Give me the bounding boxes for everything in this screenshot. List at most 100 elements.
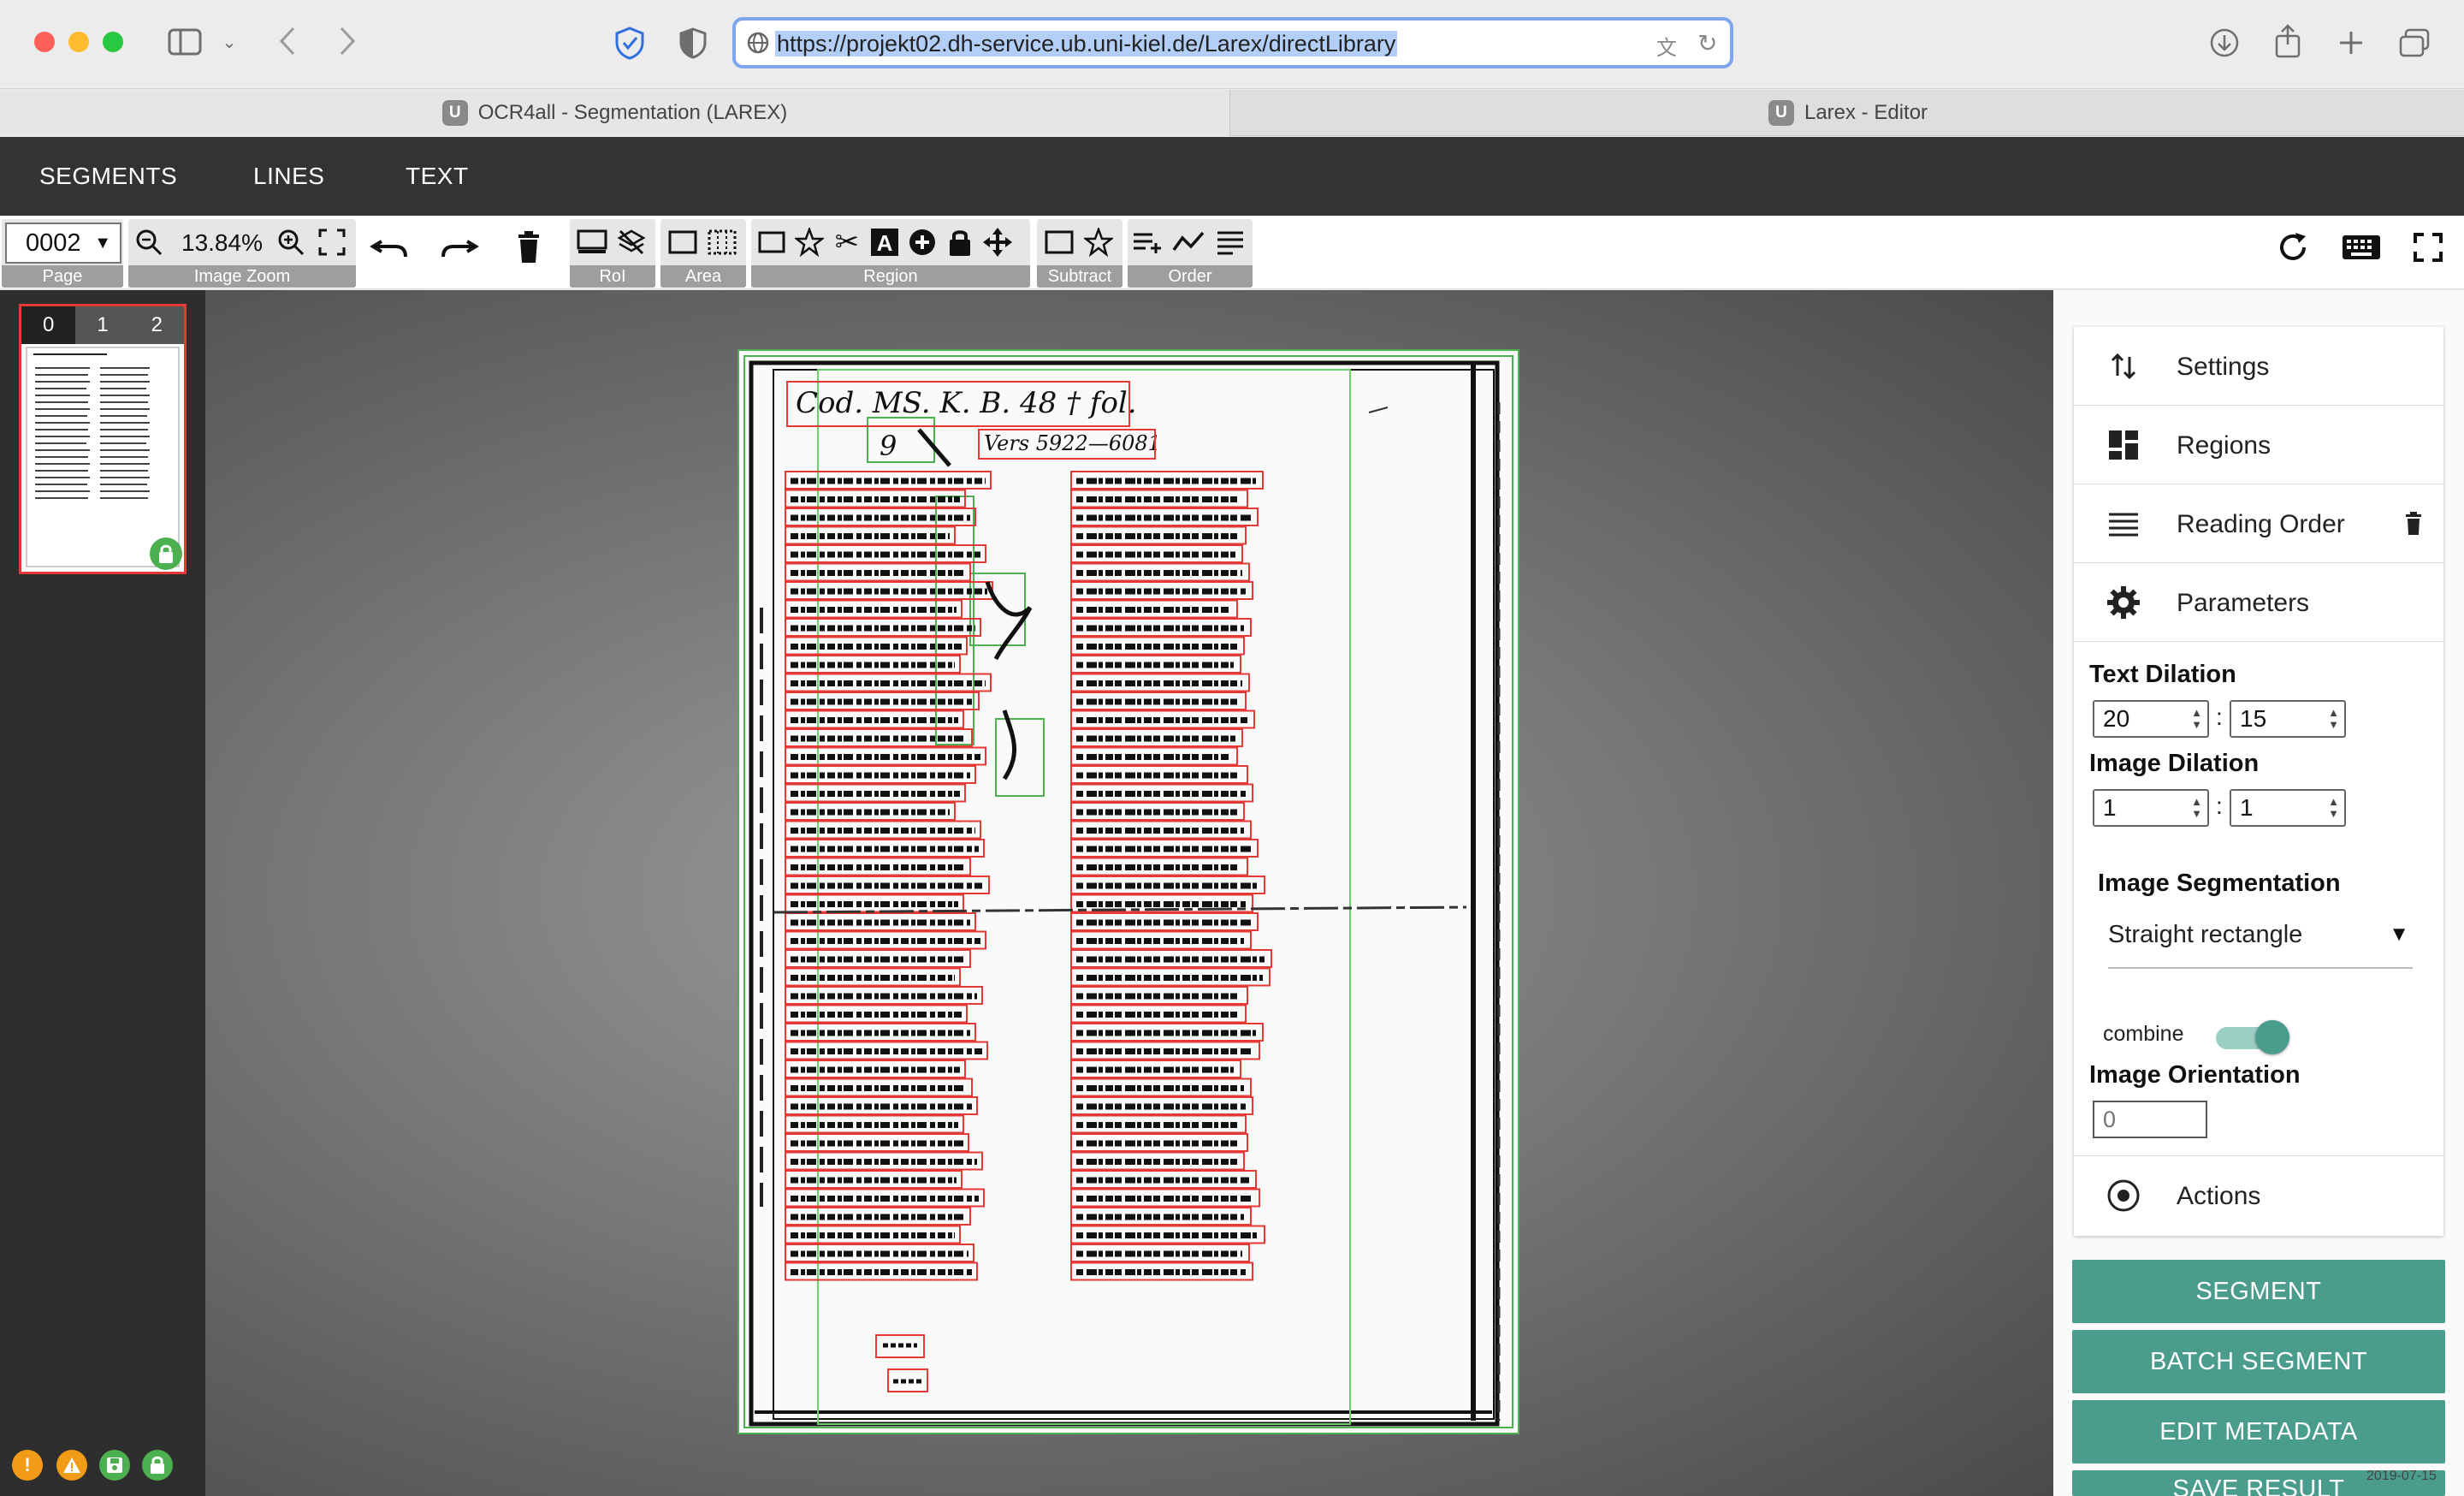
delete-reading-order-icon[interactable] [2404,512,2423,540]
app-menu-bar: SEGMENTS LINES TEXT [0,137,2464,216]
order-group: Order [1128,219,1253,288]
image-dilation-y-input[interactable]: 1 ▲ ▼ [2230,789,2346,827]
translate-icon[interactable]: 文 [1656,31,1677,61]
thumbnail-tab-2[interactable]: 2 [130,306,184,344]
accordion-settings[interactable]: Settings [2074,327,2443,406]
roi-layers-icon[interactable] [614,224,649,260]
area-rectangle-icon[interactable] [666,224,700,260]
zoom-fit-icon[interactable] [315,224,349,260]
page-thumbnail[interactable]: 0 1 2 [19,304,187,574]
spinner-arrows-icon[interactable]: ▲ ▼ [2328,796,2339,820]
menu-lines[interactable]: LINES [253,163,324,190]
download-icon[interactable] [2207,26,2242,60]
back-arrow-icon[interactable] [272,24,303,58]
trash-icon[interactable] [512,229,546,265]
zoom-in-icon[interactable] [274,224,308,260]
subtract-star-icon[interactable] [1081,224,1116,260]
text-dilation-label: Text Dilation [2089,661,2236,688]
chevron-down-icon[interactable]: ⌄ [219,31,240,53]
text-dilation-x-input[interactable]: 20 ▲ ▼ [2093,700,2209,738]
accordion-parameters[interactable]: Parameters [2074,563,2443,642]
page-label: Page [2,265,123,288]
accordion-regions[interactable]: Regions [2074,406,2443,484]
new-tab-plus-icon[interactable] [2334,26,2368,60]
thumbnail-page-preview [26,347,180,567]
redo-icon[interactable] [438,229,481,265]
radio-target-icon [2105,1177,2142,1214]
text-dilation-y-input[interactable]: 15 ▲ ▼ [2230,700,2346,738]
image-segmentation-select[interactable]: Straight rectangle ▼ [2108,916,2413,969]
segment-button[interactable]: SEGMENT [2072,1260,2445,1323]
browser-tab-ocr4all[interactable]: U OCR4all - Segmentation (LAREX) [0,90,1230,136]
page-select[interactable]: 0002 ▼ [5,223,121,264]
sidebar-toggle-icon[interactable] [166,26,204,58]
image-dilation-x-input[interactable]: 1 ▲ ▼ [2093,789,2209,827]
browser-tab-larex-editor[interactable]: U Larex - Editor [1232,90,2464,136]
area-group: Area [660,219,746,288]
area-dotted-rectangle-icon[interactable] [705,224,739,260]
toggle-knob [2255,1020,2289,1054]
text-region-icon[interactable]: A [868,224,902,260]
thumbnail-tab-0[interactable]: 0 [21,306,76,344]
refresh-icon[interactable] [2274,229,2312,265]
order-list-icon[interactable] [1213,224,1247,260]
dropdown-triangle-icon: ▼ [2389,923,2409,946]
image-orientation-input[interactable] [2093,1101,2207,1138]
accordion-reading-order[interactable]: Reading Order [2074,484,2443,563]
save-disk-icon[interactable] [99,1450,130,1481]
fullscreen-icon[interactable] [2411,229,2445,265]
spinner-arrows-icon[interactable]: ▲ ▼ [2328,707,2339,731]
region-rectangle-icon[interactable] [755,224,789,260]
edit-metadata-button[interactable]: EDIT METADATA [2072,1400,2445,1463]
zoom-out-icon[interactable] [132,224,166,260]
reload-icon[interactable]: ↻ [1697,29,1717,57]
menu-segments[interactable]: SEGMENTS [39,163,177,190]
image-dilation-y-value: 1 [2240,794,2254,821]
warning-triangle-icon[interactable] [56,1450,87,1481]
reader-contrast-icon[interactable] [676,26,710,60]
caret-down-icon: ▼ [94,234,111,252]
lock-icon[interactable] [943,224,977,260]
url-text[interactable]: https://projekt02.dh-service.ub.uni-kiel… [775,31,1398,56]
batch-segment-button[interactable]: BATCH SEGMENT [2072,1330,2445,1393]
page-annotation: Vers 5922—6081 [984,431,1161,455]
spinner-arrows-icon[interactable]: ▲ ▼ [2191,707,2202,731]
minimize-window-button[interactable] [68,32,89,52]
order-label: Order [1128,265,1253,288]
subtract-rectangle-icon[interactable] [1042,224,1076,260]
keyboard-icon[interactable] [2341,229,2382,265]
info-warning-icon[interactable]: ! [12,1450,43,1481]
image-segmentation-value: Straight rectangle [2108,921,2303,948]
list-icon [2105,505,2142,543]
browser-titlebar: ⌄ https://projekt02.dh-service.ub.uni-ki… [0,0,2464,89]
tab-overview-icon[interactable] [2397,26,2431,60]
thumbnail-tab-1[interactable]: 1 [75,306,129,344]
roi-rectangle-icon[interactable] [575,224,609,260]
text-dilation-x-value: 20 [2103,705,2130,732]
image-orientation-label: Image Orientation [2089,1061,2301,1089]
scissors-icon[interactable]: ✂ [830,224,864,260]
forward-arrow-icon[interactable] [332,24,363,58]
tab-title: Larex - Editor [1804,101,1928,124]
colon-separator: : [2216,703,2223,730]
lock-status-icon[interactable] [142,1450,173,1481]
share-icon[interactable] [2271,22,2305,60]
save-result-label: SAVE RESULT [2172,1475,2345,1496]
spinner-arrows-icon[interactable]: ▲ ▼ [2191,796,2202,820]
page-heading: Cod. MS. K. B. 48 † fol. [796,386,1137,420]
add-region-icon[interactable] [905,224,939,260]
settings-card: Settings Regions Reading Order Parameter… [2074,327,2443,1236]
accordion-actions[interactable]: Actions [2074,1155,2443,1234]
close-window-button[interactable] [34,32,55,52]
privacy-shield-icon[interactable] [611,24,649,62]
zoom-window-button[interactable] [103,32,123,52]
order-add-list-icon[interactable] [1131,224,1165,260]
menu-text[interactable]: TEXT [406,163,469,190]
document-page-image[interactable]: Cod. MS. K. B. 48 † fol. 9 Vers 5922—608… [737,349,1519,1434]
move-arrows-icon[interactable] [980,224,1015,260]
combine-toggle[interactable] [2216,1020,2289,1054]
region-polygon-star-icon[interactable] [792,224,826,260]
address-bar[interactable]: https://projekt02.dh-service.ub.uni-kiel… [732,17,1733,68]
order-auto-line-icon[interactable] [1172,224,1206,260]
undo-icon[interactable] [368,229,411,265]
